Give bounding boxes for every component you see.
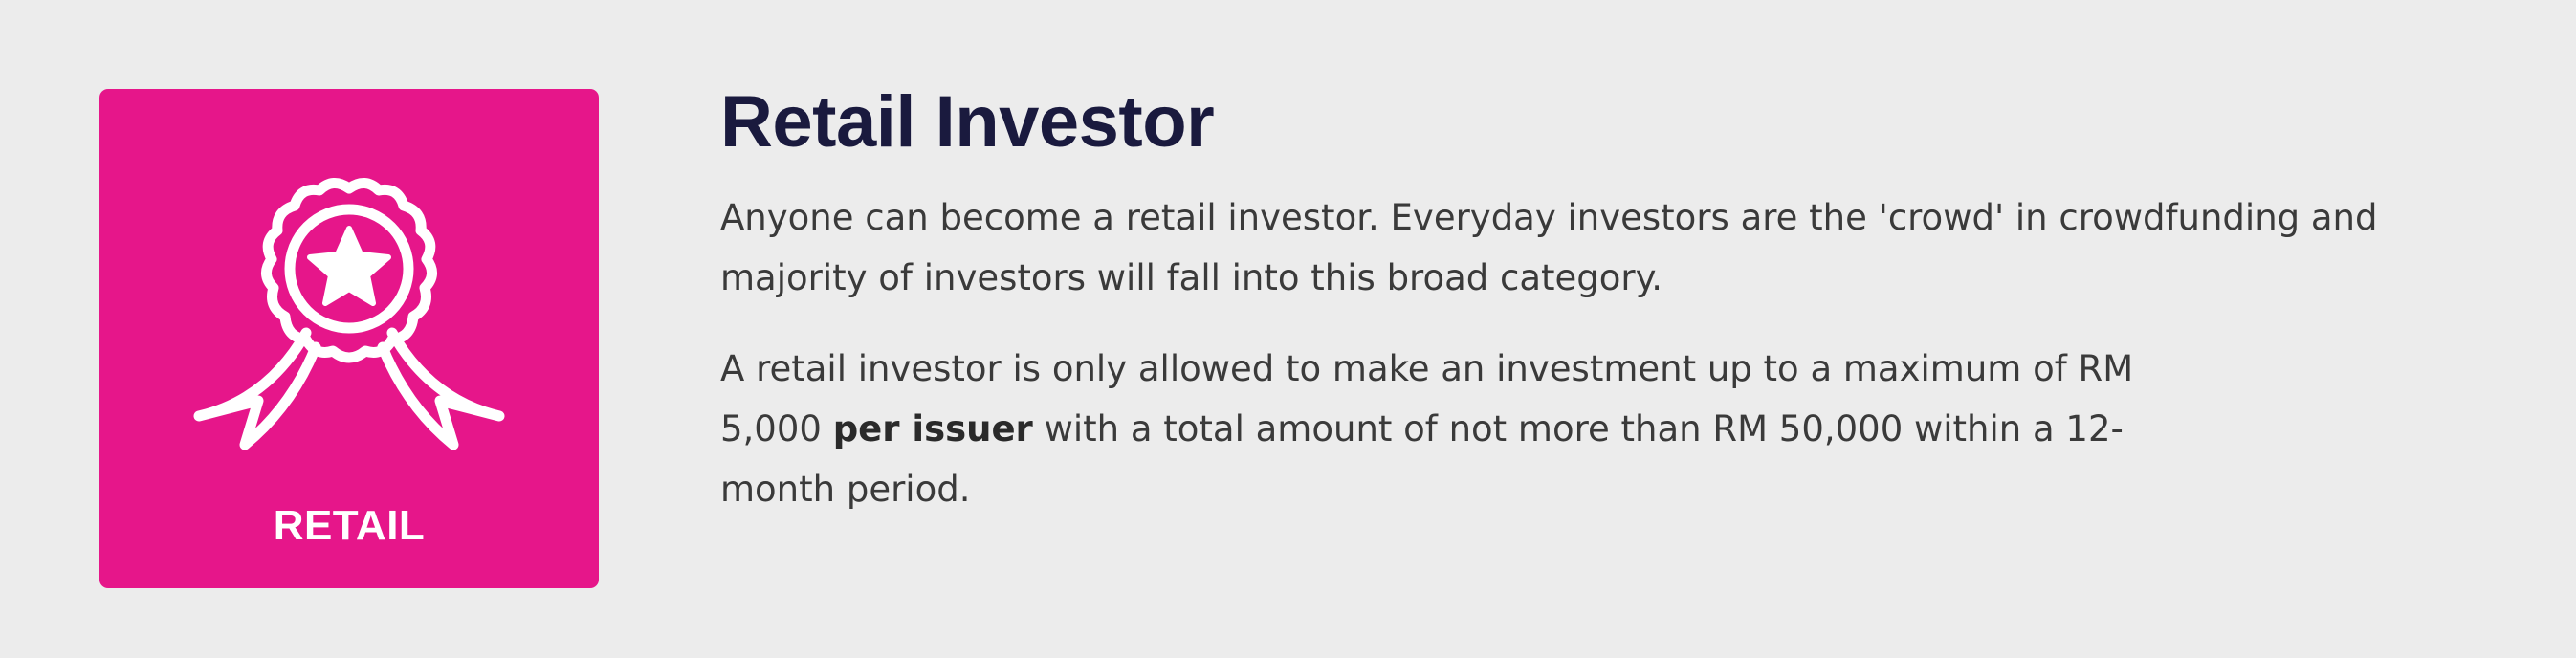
retail-card: RETAIL [99, 89, 599, 588]
page-title: Retail Investor [720, 81, 1215, 163]
award-ribbon-star-icon [193, 178, 505, 450]
content-section: Retail Investor Anyone can become a reta… [720, 78, 2442, 519]
limit-text-bold: per issuer [832, 408, 1033, 450]
card-label: RETAIL [273, 502, 426, 549]
intro-paragraph: Anyone can become a retail investor. Eve… [720, 197, 2378, 298]
limit-paragraph: A retail investor is only allowed to mak… [720, 339, 2213, 519]
